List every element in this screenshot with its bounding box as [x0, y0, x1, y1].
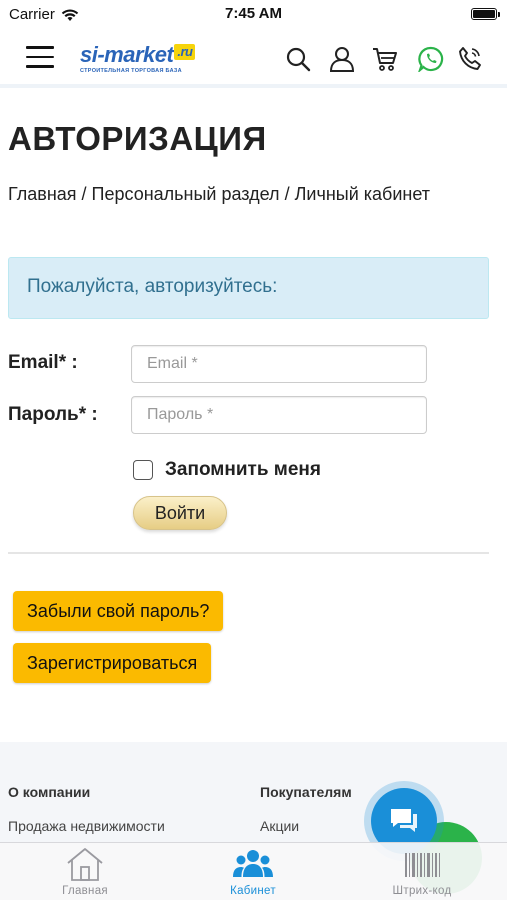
page-title: АВТОРИЗАЦИЯ: [8, 120, 267, 157]
users-icon: [233, 850, 273, 877]
logo-text: si-market .ru: [80, 44, 202, 66]
battery-icon: [471, 8, 500, 20]
menu-icon-bar: [26, 46, 54, 49]
password-field[interactable]: [131, 396, 427, 434]
remember-checkbox[interactable]: [133, 460, 153, 480]
breadcrumb-separator: /: [279, 184, 295, 204]
divider: [8, 552, 489, 554]
tab-barcode-label: Штрих-код: [392, 885, 452, 897]
app-header: si-market .ru СТРОИТЕЛЬНАЯ ТОРГОВАЯ БАЗА: [0, 30, 507, 88]
breadcrumb: Главная / Персональный раздел / Личный к…: [8, 184, 430, 205]
status-time: 7:45 AM: [225, 5, 282, 22]
logo-ru-badge: .ru: [174, 44, 196, 60]
menu-icon-bar: [26, 65, 54, 68]
email-label: Email* :: [8, 352, 78, 373]
auth-alert: Пожалуйста, авторизуйтесь:: [8, 257, 489, 319]
forgot-password-button[interactable]: Забыли свой пароль?: [13, 591, 224, 631]
user-icon[interactable]: [329, 46, 355, 72]
remember-label: Запомнить меня: [165, 459, 321, 480]
breadcrumb-item-home[interactable]: Главная: [8, 184, 77, 204]
breadcrumb-separator: /: [76, 184, 92, 204]
barcode-icon: [405, 853, 440, 877]
remember-me[interactable]: Запомнить меня: [133, 459, 321, 481]
phone-icon[interactable]: [457, 46, 483, 72]
logo-main: si-market: [80, 42, 174, 67]
register-button[interactable]: Зарегистрироваться: [13, 643, 212, 683]
tab-home-label: Главная: [62, 885, 108, 897]
breadcrumb-item-personal[interactable]: Персональный раздел: [92, 184, 280, 204]
chat-icon: [391, 809, 417, 832]
email-field[interactable]: [131, 345, 427, 383]
password-label: Пароль* :: [8, 404, 98, 425]
tab-home[interactable]: Главная: [25, 847, 145, 897]
tab-cabinet[interactable]: Кабинет: [193, 847, 313, 897]
search-icon[interactable]: [285, 46, 311, 72]
whatsapp-icon[interactable]: [418, 46, 444, 72]
breadcrumb-item-cabinet: Личный кабинет: [294, 184, 431, 204]
footer-link-real-estate[interactable]: Продажа недвижимости: [8, 818, 165, 834]
cart-icon[interactable]: [372, 46, 398, 72]
menu-button[interactable]: [26, 46, 54, 70]
login-button[interactable]: Войти: [133, 496, 227, 530]
status-bar: Carrier 7:45 AM: [0, 0, 507, 30]
tab-cabinet-label: Кабинет: [230, 885, 276, 897]
footer-col-buyers-title: Покупателям: [260, 784, 352, 800]
footer-link-promotions[interactable]: Акции: [260, 818, 299, 834]
home-icon: [67, 848, 103, 881]
menu-icon-bar: [26, 55, 54, 58]
logo-tagline: СТРОИТЕЛЬНАЯ ТОРГОВАЯ БАЗА: [80, 68, 182, 74]
footer-col-about-title: О компании: [8, 784, 91, 800]
tab-bar: Главная Кабинет Штрих-код: [0, 842, 507, 900]
tab-barcode[interactable]: Штрих-код: [362, 847, 482, 897]
site-logo[interactable]: si-market .ru СТРОИТЕЛЬНАЯ ТОРГОВАЯ БАЗА: [80, 44, 202, 78]
